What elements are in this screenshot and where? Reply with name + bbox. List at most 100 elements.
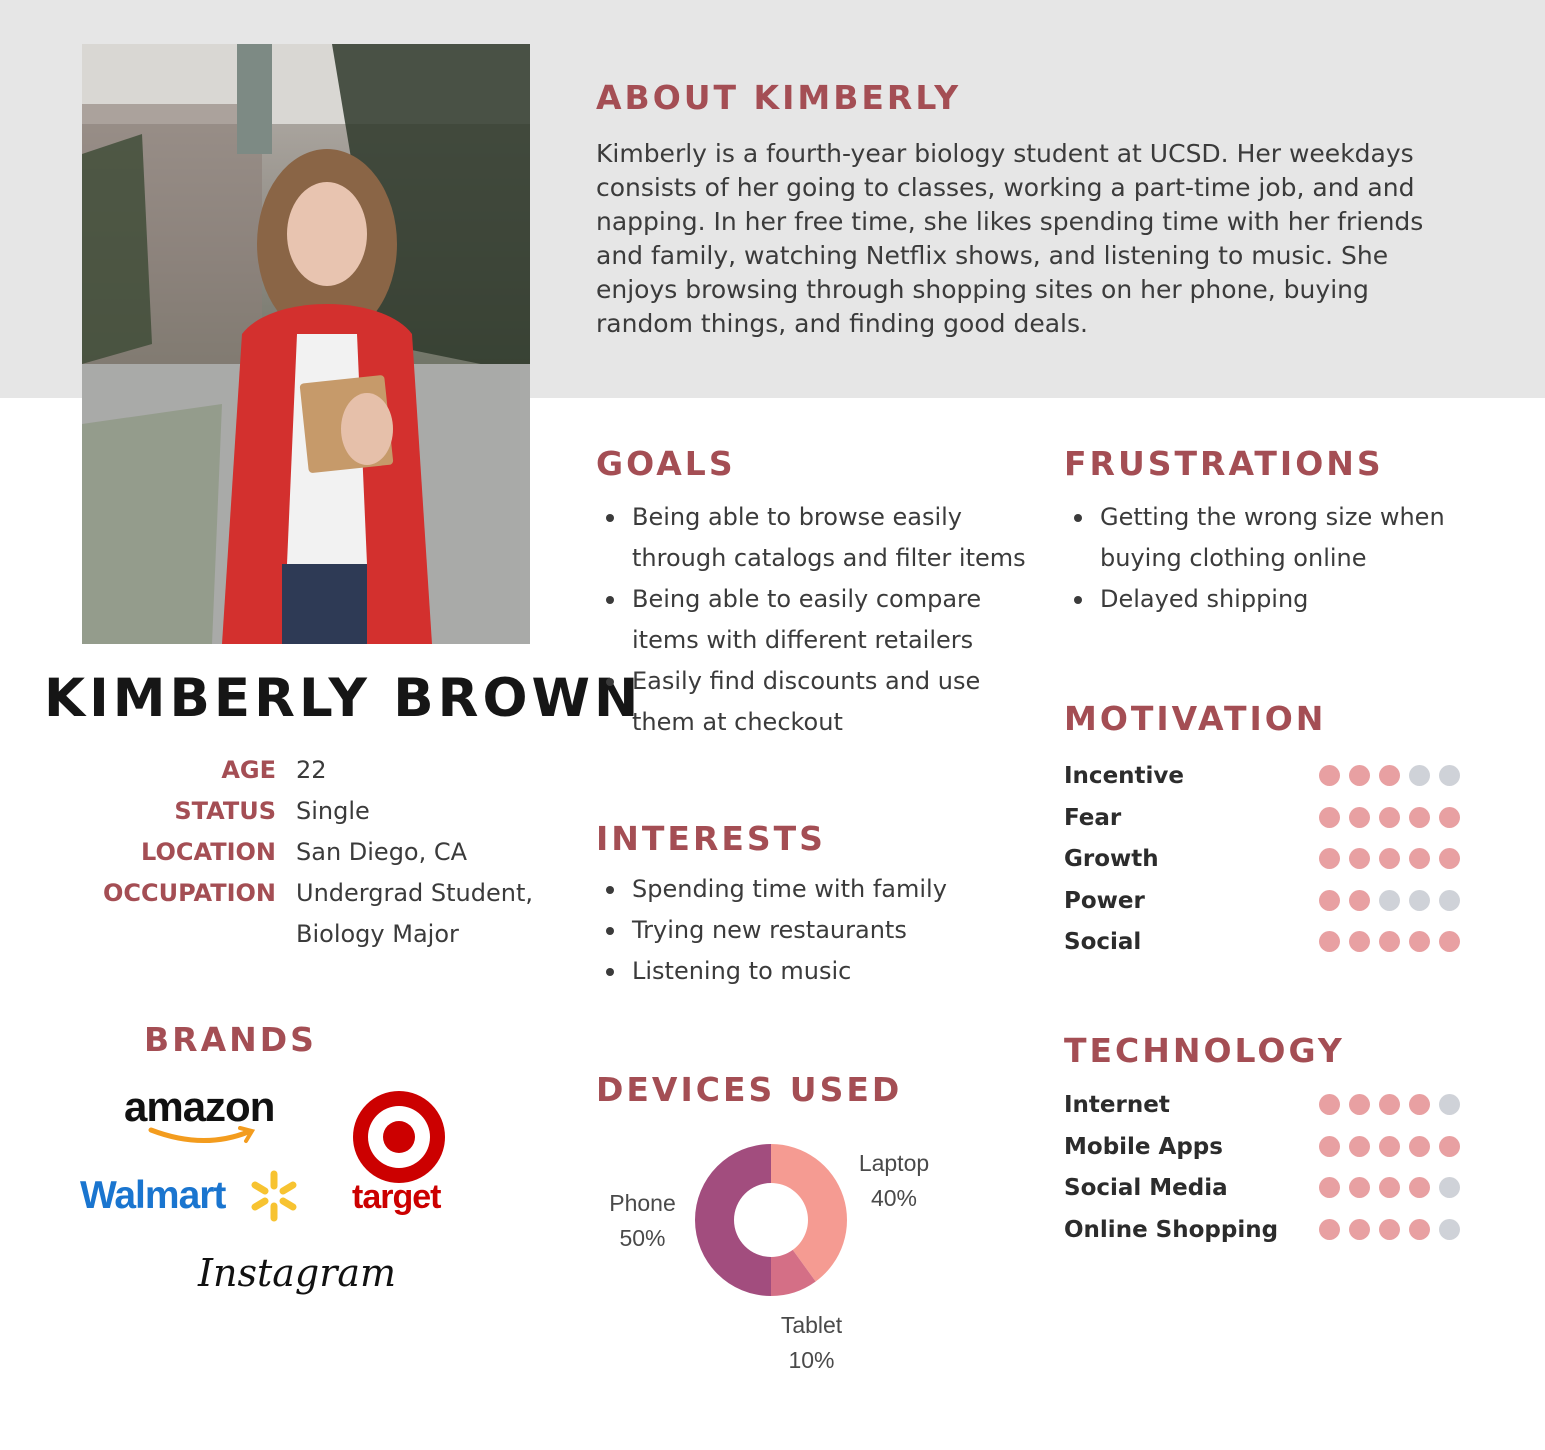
fact-value-line2: Biology Major [296,920,459,948]
rating-dot-filled [1409,848,1430,869]
rating-dot-empty [1439,1177,1460,1198]
rating-dots [1319,1218,1460,1240]
technology-row: Mobile Apps [1064,1127,1464,1168]
about-text: Kimberly is a fourth-year biology studen… [596,137,1476,341]
technology-row: Online Shopping [1064,1210,1464,1251]
tablet-label: Tablet 10% [780,1312,843,1373]
rating-dots [1319,931,1460,952]
rating-dot-filled [1319,848,1340,869]
rating-dot-filled [1379,1135,1400,1157]
motivation-label: Fear [1064,804,1122,831]
rating-dot-filled [1409,806,1430,828]
rating-dot-filled [1349,931,1370,952]
rating-dot-empty [1439,1218,1460,1240]
rating-dot-filled [1439,848,1460,869]
phone-label: Phone 50% [609,1190,676,1251]
rating-dot-filled [1349,1135,1370,1157]
goals-list: Being able to browse easily through catal… [596,497,1036,743]
technology-label: Internet [1064,1092,1170,1118]
interest-item: Spending time with family [596,869,1036,910]
rating-dots [1319,765,1460,786]
technology-heading: TECHNOLOGY [1064,1031,1345,1070]
rating-dot-filled [1349,1177,1370,1198]
rating-dot-filled [1379,1177,1400,1198]
rating-dots [1319,889,1460,911]
technology-label: Social Media [1064,1175,1228,1201]
interest-item: Listening to music [596,951,1036,992]
fact-value: 22 [296,756,327,784]
devices-heading: DEVICES USED [596,1070,903,1109]
rating-dot-filled [1349,889,1370,911]
fact-value: Undergrad Student, [296,879,533,907]
fact-value: Single [296,797,370,825]
rating-dot-filled [1349,1094,1370,1115]
rating-dot-empty [1409,765,1430,786]
technology-row: Social Media [1064,1168,1464,1209]
goal-item: Being able to browse easily through catal… [596,497,1036,579]
about-line: and family, watching Netflix shows, and … [596,241,1389,270]
rating-dot-filled [1409,1218,1430,1240]
target-bullseye-icon [353,1091,445,1183]
rating-dot-filled [1349,1218,1370,1240]
rating-dot-filled [1379,931,1400,952]
rating-dot-filled [1379,806,1400,828]
technology-label: Mobile Apps [1064,1133,1223,1160]
rating-dots [1319,1135,1460,1157]
motivation-row: Incentive [1064,756,1464,797]
motivation-label: Power [1064,887,1145,914]
rating-dot-filled [1319,1135,1340,1157]
fact-label: AGE [221,756,276,784]
rating-dot-filled [1379,848,1400,869]
motivation-heading: MOTIVATION [1064,699,1327,738]
about-line: enjoys browsing through shopping sites o… [596,275,1369,304]
rating-dot-filled [1349,848,1370,869]
rating-dot-filled [1409,1094,1430,1115]
rating-dot-empty [1439,889,1460,911]
interests-heading: INTERESTS [596,819,826,858]
goal-item: Being able to easily compare items with d… [596,579,1036,661]
rating-dot-filled [1409,1177,1430,1198]
about-line: random things, and finding good deals. [596,309,1088,338]
rating-dot-filled [1409,931,1430,952]
rating-dot-filled [1439,806,1460,828]
rating-dots [1319,1094,1460,1115]
rating-dot-filled [1439,1135,1460,1157]
rating-dot-empty [1439,1094,1460,1115]
motivation-label: Growth [1064,846,1159,872]
rating-dot-filled [1379,765,1400,786]
motivation-row: Power [1064,881,1464,922]
motivation-label: Social [1064,929,1142,955]
rating-dot-empty [1379,889,1400,911]
rating-dot-filled [1319,931,1340,952]
amazon-smile-icon [148,1126,256,1144]
goal-item: Easily find discounts and use them at che… [596,661,1036,743]
rating-dots [1319,848,1460,869]
rating-dot-filled [1319,806,1340,828]
instagram-logo: Instagram [198,1251,397,1295]
motivation-label: Incentive [1064,763,1185,789]
amazon-logo: amazon [124,1082,304,1152]
rating-dot-filled [1379,1094,1400,1115]
about-heading: ABOUT KIMBERLY [596,78,962,117]
motivation-row: Social [1064,922,1464,963]
motivation-row: Growth [1064,839,1464,880]
persona-name: KIMBERLY BROWN [44,668,643,729]
rating-dot-empty [1409,889,1430,911]
rating-dot-filled [1319,765,1340,786]
rating-dot-filled [1319,1218,1340,1240]
frustration-item: Getting the wrong size when buying clothi… [1064,497,1494,579]
rating-dot-filled [1349,806,1370,828]
about-line: Kimberly is a fourth-year biology studen… [596,139,1414,168]
rating-dot-filled [1439,931,1460,952]
interest-item: Trying new restaurants [596,910,1036,951]
rating-dot-filled [1409,1135,1430,1157]
walmart-spark-icon [251,1170,297,1222]
fact-label: OCCUPATION [102,879,276,907]
rating-dots [1319,1177,1460,1198]
interests-list: Spending time with family Trying new res… [596,869,1036,992]
technology-label: Online Shopping [1064,1216,1279,1243]
rating-dot-filled [1349,765,1370,786]
about-line: napping. In her free time, she likes spe… [596,207,1424,236]
rating-dot-filled [1379,1218,1400,1240]
target-logo: target [352,1090,452,1220]
